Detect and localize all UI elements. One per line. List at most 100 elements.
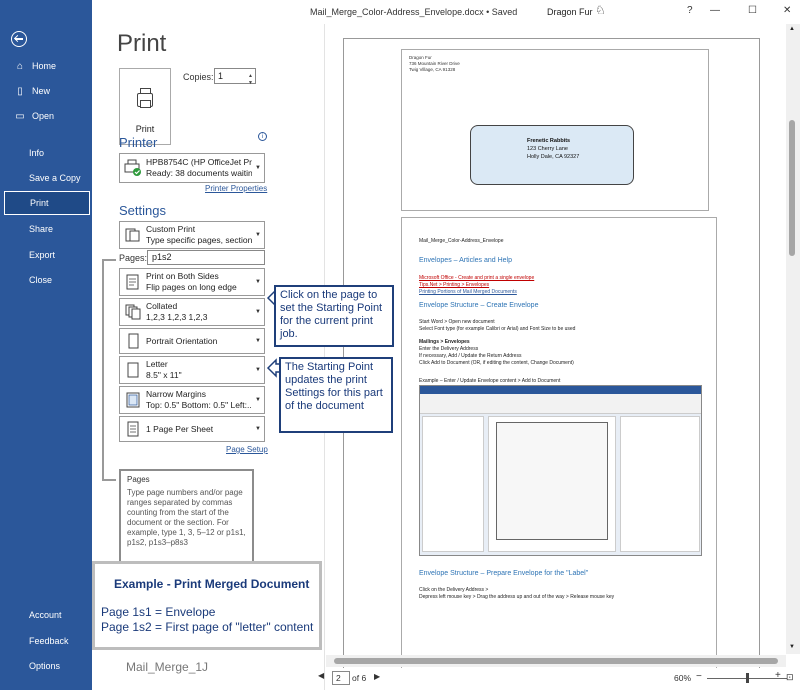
scroll-up-icon[interactable]: ▲ xyxy=(789,26,795,32)
letter-heading-2: Envelope Structure – Create Envelope xyxy=(419,302,539,309)
shot-titlebar xyxy=(420,386,701,394)
close-window-button[interactable]: ✕ xyxy=(783,5,791,16)
margins-sub: Top: 0.5" Bottom: 0.5" Left:... xyxy=(146,400,252,410)
page-title: Print xyxy=(117,30,167,57)
paper-size-dropdown[interactable]: Letter 8.5" x 11" ▼ xyxy=(119,356,265,384)
page-setup-link[interactable]: Page Setup xyxy=(226,445,268,454)
nav-info-label: Info xyxy=(29,148,45,158)
pages-per-sheet-dropdown[interactable]: 1 Page Per Sheet ▼ xyxy=(119,416,265,442)
title-bar: Mail_Merge_Color-Address_Envelope.docx •… xyxy=(92,0,800,24)
nav-options[interactable]: Options xyxy=(0,654,92,678)
letter-p2: Select Font type (for example Calibri or… xyxy=(419,326,576,332)
collated-label: Collated xyxy=(146,301,178,311)
custom-pages-icon xyxy=(120,222,146,248)
info-icon[interactable]: i xyxy=(258,132,267,141)
open-folder-icon: ▭ xyxy=(15,110,25,122)
addr-line-3: Holly Dale, CA 92327 xyxy=(527,154,580,160)
nav-new-label: New xyxy=(32,86,51,96)
nav-feedback[interactable]: Feedback xyxy=(0,629,92,653)
printer-icon xyxy=(137,88,153,108)
nav-account[interactable]: Account xyxy=(0,603,92,627)
minimize-button[interactable]: — xyxy=(710,5,720,16)
horizontal-scrollbar[interactable] xyxy=(326,655,786,667)
h-scroll-thumb[interactable] xyxy=(334,658,778,664)
chevron-down-icon: ▼ xyxy=(255,338,261,344)
letter-link-3: Printing Portions of Mail Merged Documen… xyxy=(419,289,517,295)
margins-dropdown[interactable]: Narrow Margins Top: 0.5" Bottom: 0.5" Le… xyxy=(119,386,265,414)
collation-dropdown[interactable]: Collated 1,2,3 1,2,3 1,2,3 ▼ xyxy=(119,298,265,326)
tooltip-title: Pages xyxy=(127,475,150,484)
callout-settings-update: The Starting Point updates the print Set… xyxy=(279,357,393,433)
letter-p4: Enter the Delivery Address xyxy=(419,346,479,352)
printer-dropdown[interactable]: HPB8754C (HP OfficeJet Pro... Ready: 38 … xyxy=(119,153,265,183)
print-button[interactable]: Print xyxy=(119,68,171,145)
nav-close-label: Close xyxy=(29,275,53,285)
nav-save-copy-label: Save a Copy xyxy=(29,173,81,183)
orientation-dropdown[interactable]: Portrait Orientation ▼ xyxy=(119,328,265,354)
nav-options-label: Options xyxy=(29,661,61,671)
letter-page[interactable]: Mail_Merge_Color-Address_Envelope Envelo… xyxy=(401,217,717,679)
printer-heading: Printer xyxy=(119,135,158,150)
example-line-1: Page 1s1 = Envelope xyxy=(101,605,216,619)
next-page-icon[interactable]: ▶ xyxy=(374,672,380,681)
nav-info[interactable]: Info xyxy=(0,141,92,165)
avatar[interactable]: ♘ xyxy=(595,3,606,17)
printer-properties-link[interactable]: Printer Properties xyxy=(205,184,267,193)
margins-label: Narrow Margins xyxy=(146,389,206,399)
nav-account-label: Account xyxy=(29,610,62,620)
return-address: Dragon Fur 736 Mountain River Drive Twig… xyxy=(409,55,460,73)
letter-link-1: Microsoft Office - Create and print a si… xyxy=(419,275,535,281)
per-sheet-label: 1 Page Per Sheet xyxy=(146,423,214,434)
nav-close[interactable]: Close xyxy=(0,268,92,292)
zoom-out-icon[interactable]: − xyxy=(696,671,702,682)
zoom-to-page-icon[interactable]: ⊡ xyxy=(786,672,794,683)
prev-page-icon[interactable]: ◀ xyxy=(318,671,324,680)
nav-print[interactable]: Print xyxy=(4,191,90,215)
nav-share-label: Share xyxy=(29,224,54,234)
orientation-label: Portrait Orientation xyxy=(146,335,218,346)
custom-print-sub: Type specific pages, section... xyxy=(146,235,252,245)
tooltip-body: Type page numbers and/or page ranges sep… xyxy=(127,488,246,547)
callout-starting-point: Click on the page to set the Starting Po… xyxy=(274,285,394,347)
maximize-button[interactable]: ☐ xyxy=(748,5,757,16)
page-number-input[interactable]: 2 xyxy=(332,671,350,685)
zoom-slider-knob[interactable] xyxy=(746,673,749,683)
letter-p6: Click Add to Document (OR, if editing th… xyxy=(419,360,574,366)
chevron-down-icon: ▼ xyxy=(255,232,261,238)
nav-home[interactable]: ⌂ Home xyxy=(0,54,92,78)
scroll-thumb[interactable] xyxy=(789,120,795,256)
duplex-icon xyxy=(120,269,146,295)
printer-ready-icon xyxy=(120,154,146,182)
help-button[interactable]: ? xyxy=(687,5,693,16)
back-arrow-icon[interactable] xyxy=(11,31,27,47)
print-range-dropdown[interactable]: Custom Print Type specific pages, sectio… xyxy=(119,221,265,249)
spin-down-icon[interactable]: ▼ xyxy=(248,76,253,90)
new-doc-icon: ▯ xyxy=(17,85,23,97)
envelope-page[interactable]: Dragon Fur 736 Mountain River Drive Twig… xyxy=(401,49,709,211)
nav-new[interactable]: ▯ New xyxy=(0,79,92,103)
pages-tooltip-bracket xyxy=(102,259,116,481)
copies-value: 1 xyxy=(218,71,224,81)
nav-export[interactable]: Export xyxy=(0,243,92,267)
copies-input[interactable]: 1 ▲ ▼ xyxy=(214,68,256,86)
print-button-label: Print xyxy=(135,124,155,134)
zoom-in-icon[interactable]: + xyxy=(775,670,781,681)
nav-open[interactable]: ▭ Open xyxy=(0,104,92,128)
letter-p7: Example – Enter / Update Envelope conten… xyxy=(419,378,561,384)
collated-icon xyxy=(120,299,146,325)
nav-save-copy[interactable]: Save a Copy xyxy=(0,166,92,190)
shot-notes xyxy=(620,416,700,552)
print-preview[interactable]: Dragon Fur 736 Mountain River Drive Twig… xyxy=(324,24,800,690)
pages-input[interactable]: p1s2 xyxy=(147,250,265,265)
vertical-scrollbar[interactable]: ▲ ▼ xyxy=(786,24,800,654)
home-icon: ⌂ xyxy=(16,60,24,72)
nav-share[interactable]: Share xyxy=(0,217,92,241)
sides-dropdown[interactable]: Print on Both Sides Flip pages on long e… xyxy=(119,268,265,296)
shot-ribbon xyxy=(420,394,701,414)
letter-p9: Depress left mouse key > Drag the addres… xyxy=(419,594,615,600)
portrait-icon xyxy=(120,329,146,353)
preview-page[interactable]: Dragon Fur 736 Mountain River Drive Twig… xyxy=(343,38,760,680)
user-name[interactable]: Dragon Fur xyxy=(547,7,593,17)
image-caption: Mail_Merge_1J xyxy=(126,660,209,674)
scroll-down-icon[interactable]: ▼ xyxy=(789,644,795,650)
